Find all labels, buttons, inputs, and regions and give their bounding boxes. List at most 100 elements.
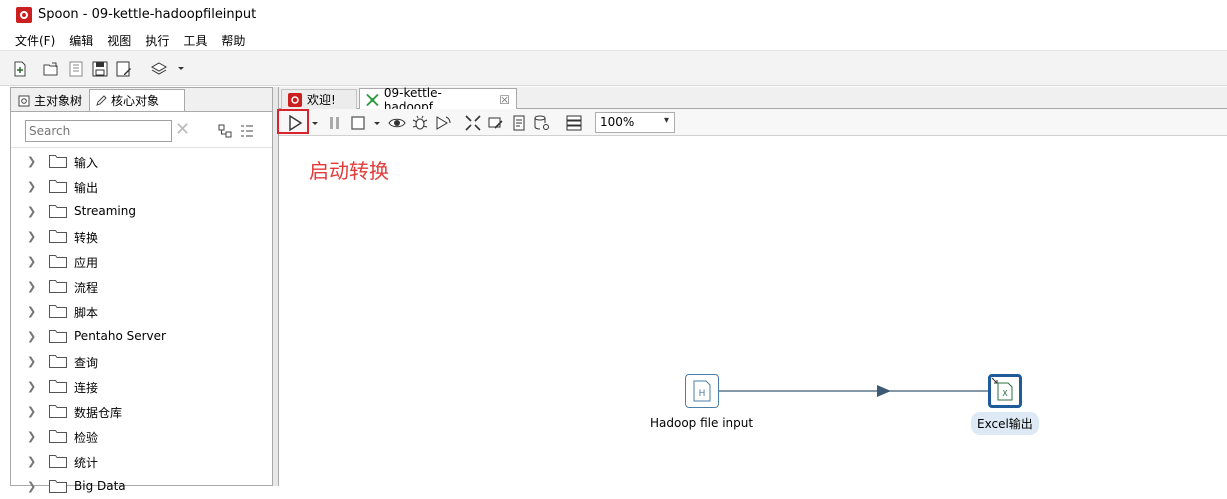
tree-item[interactable]: ❯ 转换	[11, 224, 272, 249]
chevron-right-icon[interactable]: ❯	[27, 405, 36, 418]
chevron-right-icon[interactable]: ❯	[27, 380, 36, 393]
folder-icon	[49, 155, 67, 168]
tab-main-object-tree[interactable]: 主对象树	[13, 90, 87, 111]
left-panel-tabs: 主对象树 核心对象	[11, 88, 272, 112]
tree-item[interactable]: ❯ 脚本	[11, 299, 272, 324]
folder-icon	[49, 180, 67, 193]
window-title: Spoon - 09-kettle-hadoopfileinput	[38, 7, 257, 22]
tree-item[interactable]: ❯ 查询	[11, 349, 272, 374]
tab-core-objects[interactable]: 核心对象	[89, 89, 185, 111]
folder-icon	[49, 355, 67, 368]
tree-item[interactable]: ❯ Big Data	[11, 474, 272, 499]
sql-script-icon[interactable]	[510, 114, 528, 132]
chevron-right-icon[interactable]: ❯	[27, 355, 36, 368]
menu-file[interactable]: 文件(F)	[15, 32, 55, 49]
preview-icon[interactable]	[388, 114, 406, 132]
run-icon[interactable]	[286, 114, 304, 132]
tree-item[interactable]: ❯ 检验	[11, 424, 272, 449]
debug-icon[interactable]	[411, 114, 429, 132]
layers-icon[interactable]	[151, 61, 167, 77]
tree-item-label: 输出	[74, 181, 99, 195]
tree-item-label: Streaming	[74, 204, 136, 218]
menu-run[interactable]: 执行	[145, 32, 169, 49]
chevron-right-icon[interactable]: ❯	[27, 330, 36, 343]
folder-icon	[49, 455, 67, 468]
menu-view[interactable]: 视图	[107, 32, 131, 49]
tree-item[interactable]: ❯ Pentaho Server	[11, 324, 272, 349]
pause-icon[interactable]	[326, 114, 344, 132]
tree-item[interactable]: ❯ 统计	[11, 449, 272, 474]
tree-item-label: 连接	[74, 381, 99, 395]
tab-welcome-label: 欢迎!	[307, 93, 336, 107]
chevron-right-icon[interactable]: ❯	[27, 155, 36, 168]
chevron-right-icon[interactable]: ❯	[27, 480, 36, 493]
transformation-canvas[interactable]: 启动转换 H Hadoop file input X Excel输出	[279, 136, 1227, 486]
tree-item-label: 统计	[74, 456, 99, 470]
tree-item-label: 查询	[74, 356, 99, 370]
folder-icon	[49, 405, 67, 418]
spoon-app-icon	[16, 7, 32, 23]
tab-welcome[interactable]: 欢迎!	[281, 89, 357, 109]
zoom-select[interactable]: 100% ▾	[595, 112, 675, 133]
transformation-toolbar: 100% ▾	[277, 109, 1227, 136]
step-hadoop-file-input[interactable]: H	[685, 374, 719, 408]
step-label-hadoop: Hadoop file input	[650, 416, 754, 430]
layers-dropdown-icon[interactable]	[176, 63, 186, 79]
tree-item[interactable]: ❯ 输入	[11, 149, 272, 174]
divider	[11, 147, 272, 148]
annotation-note: 启动转换	[309, 159, 389, 183]
chevron-right-icon[interactable]: ❯	[27, 255, 36, 268]
zoom-value: 100%	[600, 115, 635, 129]
stop-dropdown-icon[interactable]	[372, 114, 382, 132]
menu-help[interactable]: 帮助	[221, 32, 245, 49]
step-label-excel: Excel输出	[971, 412, 1039, 435]
folder-icon	[49, 205, 67, 218]
tree-item-label: 检验	[74, 431, 99, 445]
search-input[interactable]	[25, 120, 172, 142]
pencil-icon	[96, 94, 107, 106]
tab-transformation[interactable]: 09-kettle-hadoopf... ☒	[359, 86, 517, 114]
expand-all-icon[interactable]	[240, 124, 254, 141]
tree-item[interactable]: ❯ 应用	[11, 249, 272, 274]
open-folder-icon[interactable]	[43, 61, 59, 77]
step-excel-output[interactable]: X	[988, 374, 1022, 408]
replay-icon[interactable]	[434, 114, 452, 132]
tree-item-label: 输入	[74, 156, 99, 170]
save-icon[interactable]	[92, 61, 108, 77]
tree-item[interactable]: ❯ 数据仓库	[11, 399, 272, 424]
folder-icon	[49, 330, 67, 343]
chevron-right-icon[interactable]: ❯	[27, 180, 36, 193]
tree-item[interactable]: ❯ 连接	[11, 374, 272, 399]
folder-icon	[49, 430, 67, 443]
verify-icon[interactable]	[464, 114, 482, 132]
chevron-right-icon[interactable]: ❯	[27, 230, 36, 243]
excel-file-icon: X	[991, 377, 1013, 401]
impact-analysis-icon[interactable]	[487, 114, 505, 132]
hop-layer	[719, 385, 988, 397]
explore-repository-icon[interactable]	[68, 61, 84, 77]
tree-item[interactable]: ❯ 输出	[11, 174, 272, 199]
stop-icon[interactable]	[349, 114, 367, 132]
title-bar: Spoon - 09-kettle-hadoopfileinput	[0, 0, 1227, 30]
chevron-right-icon[interactable]: ❯	[27, 305, 36, 318]
chevron-right-icon[interactable]: ❯	[27, 455, 36, 468]
close-tab-icon[interactable]: ☒	[499, 93, 510, 107]
tree-item[interactable]: ❯ Streaming	[11, 199, 272, 224]
collapse-all-icon[interactable]	[218, 124, 232, 141]
chevron-right-icon[interactable]: ❯	[27, 205, 36, 218]
new-file-icon[interactable]	[12, 61, 28, 77]
clear-search-icon[interactable]: ✕	[175, 121, 190, 139]
folder-icon	[49, 230, 67, 243]
hadoop-file-icon: H	[693, 380, 711, 402]
menu-tools[interactable]: 工具	[183, 32, 207, 49]
chevron-down-icon: ▾	[663, 115, 669, 126]
menu-edit[interactable]: 编辑	[69, 32, 93, 49]
chevron-right-icon[interactable]: ❯	[27, 280, 36, 293]
show-results-icon[interactable]	[565, 114, 583, 132]
explore-database-icon[interactable]	[533, 114, 551, 132]
tree-item[interactable]: ❯ 流程	[11, 274, 272, 299]
chevron-right-icon[interactable]: ❯	[27, 430, 36, 443]
run-dropdown-icon[interactable]	[310, 114, 320, 132]
save-as-icon[interactable]	[116, 61, 132, 77]
editor-panel: 欢迎! 09-kettle-hadoopf... ☒ 100% ▾ 启动转换 H…	[277, 86, 1227, 486]
